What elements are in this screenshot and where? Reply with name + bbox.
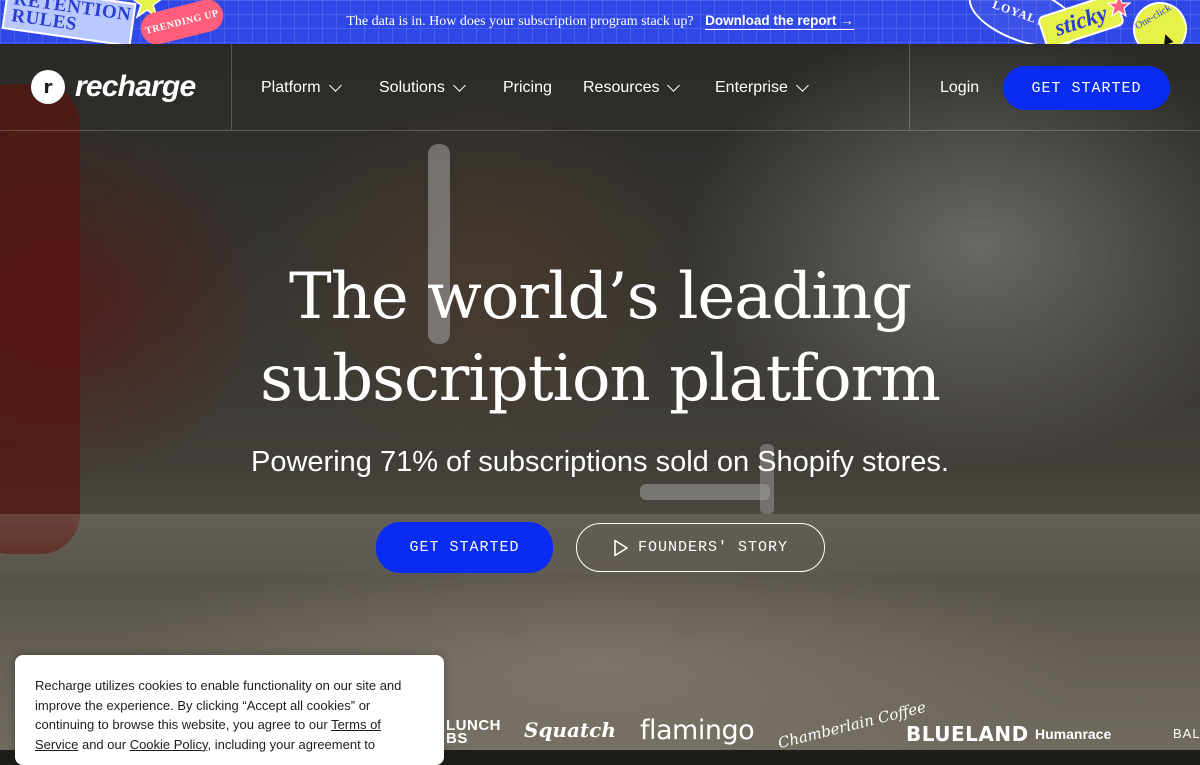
cookie-text-after: , including your agreement to xyxy=(207,736,376,752)
login-link[interactable]: Login xyxy=(940,79,979,97)
nav-divider xyxy=(909,44,910,130)
nav-item-label: Pricing xyxy=(503,79,552,96)
nav-item-enterprise[interactable]: Enterprise xyxy=(715,79,809,97)
brand-logo-lunch: LUNCH BS xyxy=(446,717,501,747)
pink-star-sticker-icon xyxy=(1107,0,1131,18)
brand-logo-blueland: BLUELAND xyxy=(906,722,1029,746)
chevron-down-icon xyxy=(452,79,466,92)
chevron-down-icon xyxy=(328,79,342,92)
hero-title-line-1: The world’s leading xyxy=(288,260,912,334)
brand-logo-humanrace: Humanrace xyxy=(1035,726,1112,742)
nav-item-label: Solutions xyxy=(379,79,445,96)
main-navigation: r recharge Platform Solutions Pricing Re… xyxy=(0,44,1200,131)
nav-item-label: Platform xyxy=(261,79,321,96)
founders-story-label: FOUNDERS' STORY xyxy=(637,539,789,556)
download-report-link[interactable]: Download the report → xyxy=(705,13,854,30)
nav-item-solutions[interactable]: Solutions xyxy=(379,79,466,97)
recharge-logo-icon: r xyxy=(31,70,65,104)
cookie-policy-link[interactable]: Cookie Policy xyxy=(130,737,208,752)
cookie-consent-banner: Recharge utilizes cookies to enable func… xyxy=(15,655,444,765)
promo-banner: RETENTION RULES TRENDING UP The data is … xyxy=(0,0,1200,44)
chevron-down-icon xyxy=(667,79,681,92)
banner-message: The data is in. How does your subscripti… xyxy=(346,14,694,29)
nav-item-label: Enterprise xyxy=(715,79,788,96)
arrow-right-icon: → xyxy=(840,13,854,28)
nav-item-label: Resources xyxy=(583,79,660,96)
hero-get-started-button[interactable]: GET STARTED xyxy=(376,522,553,573)
recharge-logo-text: recharge xyxy=(75,70,196,103)
hero-subtitle: Powering 71% of subscriptions sold on Sh… xyxy=(251,446,949,478)
hero-title-line-2: subscription platform xyxy=(260,342,941,416)
nav-item-platform[interactable]: Platform xyxy=(261,79,342,97)
nav-get-started-button[interactable]: GET STARTED xyxy=(1003,66,1170,110)
recharge-logo[interactable]: r recharge xyxy=(31,70,196,104)
founders-story-button[interactable]: FOUNDERS' STORY xyxy=(576,523,825,572)
one-click-sticker: One-click xyxy=(1123,0,1197,44)
brand-logo-bala: BALA xyxy=(1173,726,1200,741)
nav-divider xyxy=(231,44,232,130)
brand-logos-strip: LUNCH BS Squatch flamingo Chamberlain Co… xyxy=(440,698,1200,752)
nav-item-resources[interactable]: Resources xyxy=(583,79,681,97)
nav-item-pricing[interactable]: Pricing xyxy=(503,79,552,97)
cookie-text-between: and our xyxy=(78,736,130,752)
chevron-down-icon xyxy=(796,79,809,92)
brand-logo-squatch: Squatch xyxy=(524,718,616,742)
hero-title: The world’s leading subscription platfor… xyxy=(0,256,1200,420)
play-icon xyxy=(613,539,628,556)
download-report-label: Download the report xyxy=(705,13,837,28)
brand-logo-flamingo: flamingo xyxy=(640,715,755,746)
